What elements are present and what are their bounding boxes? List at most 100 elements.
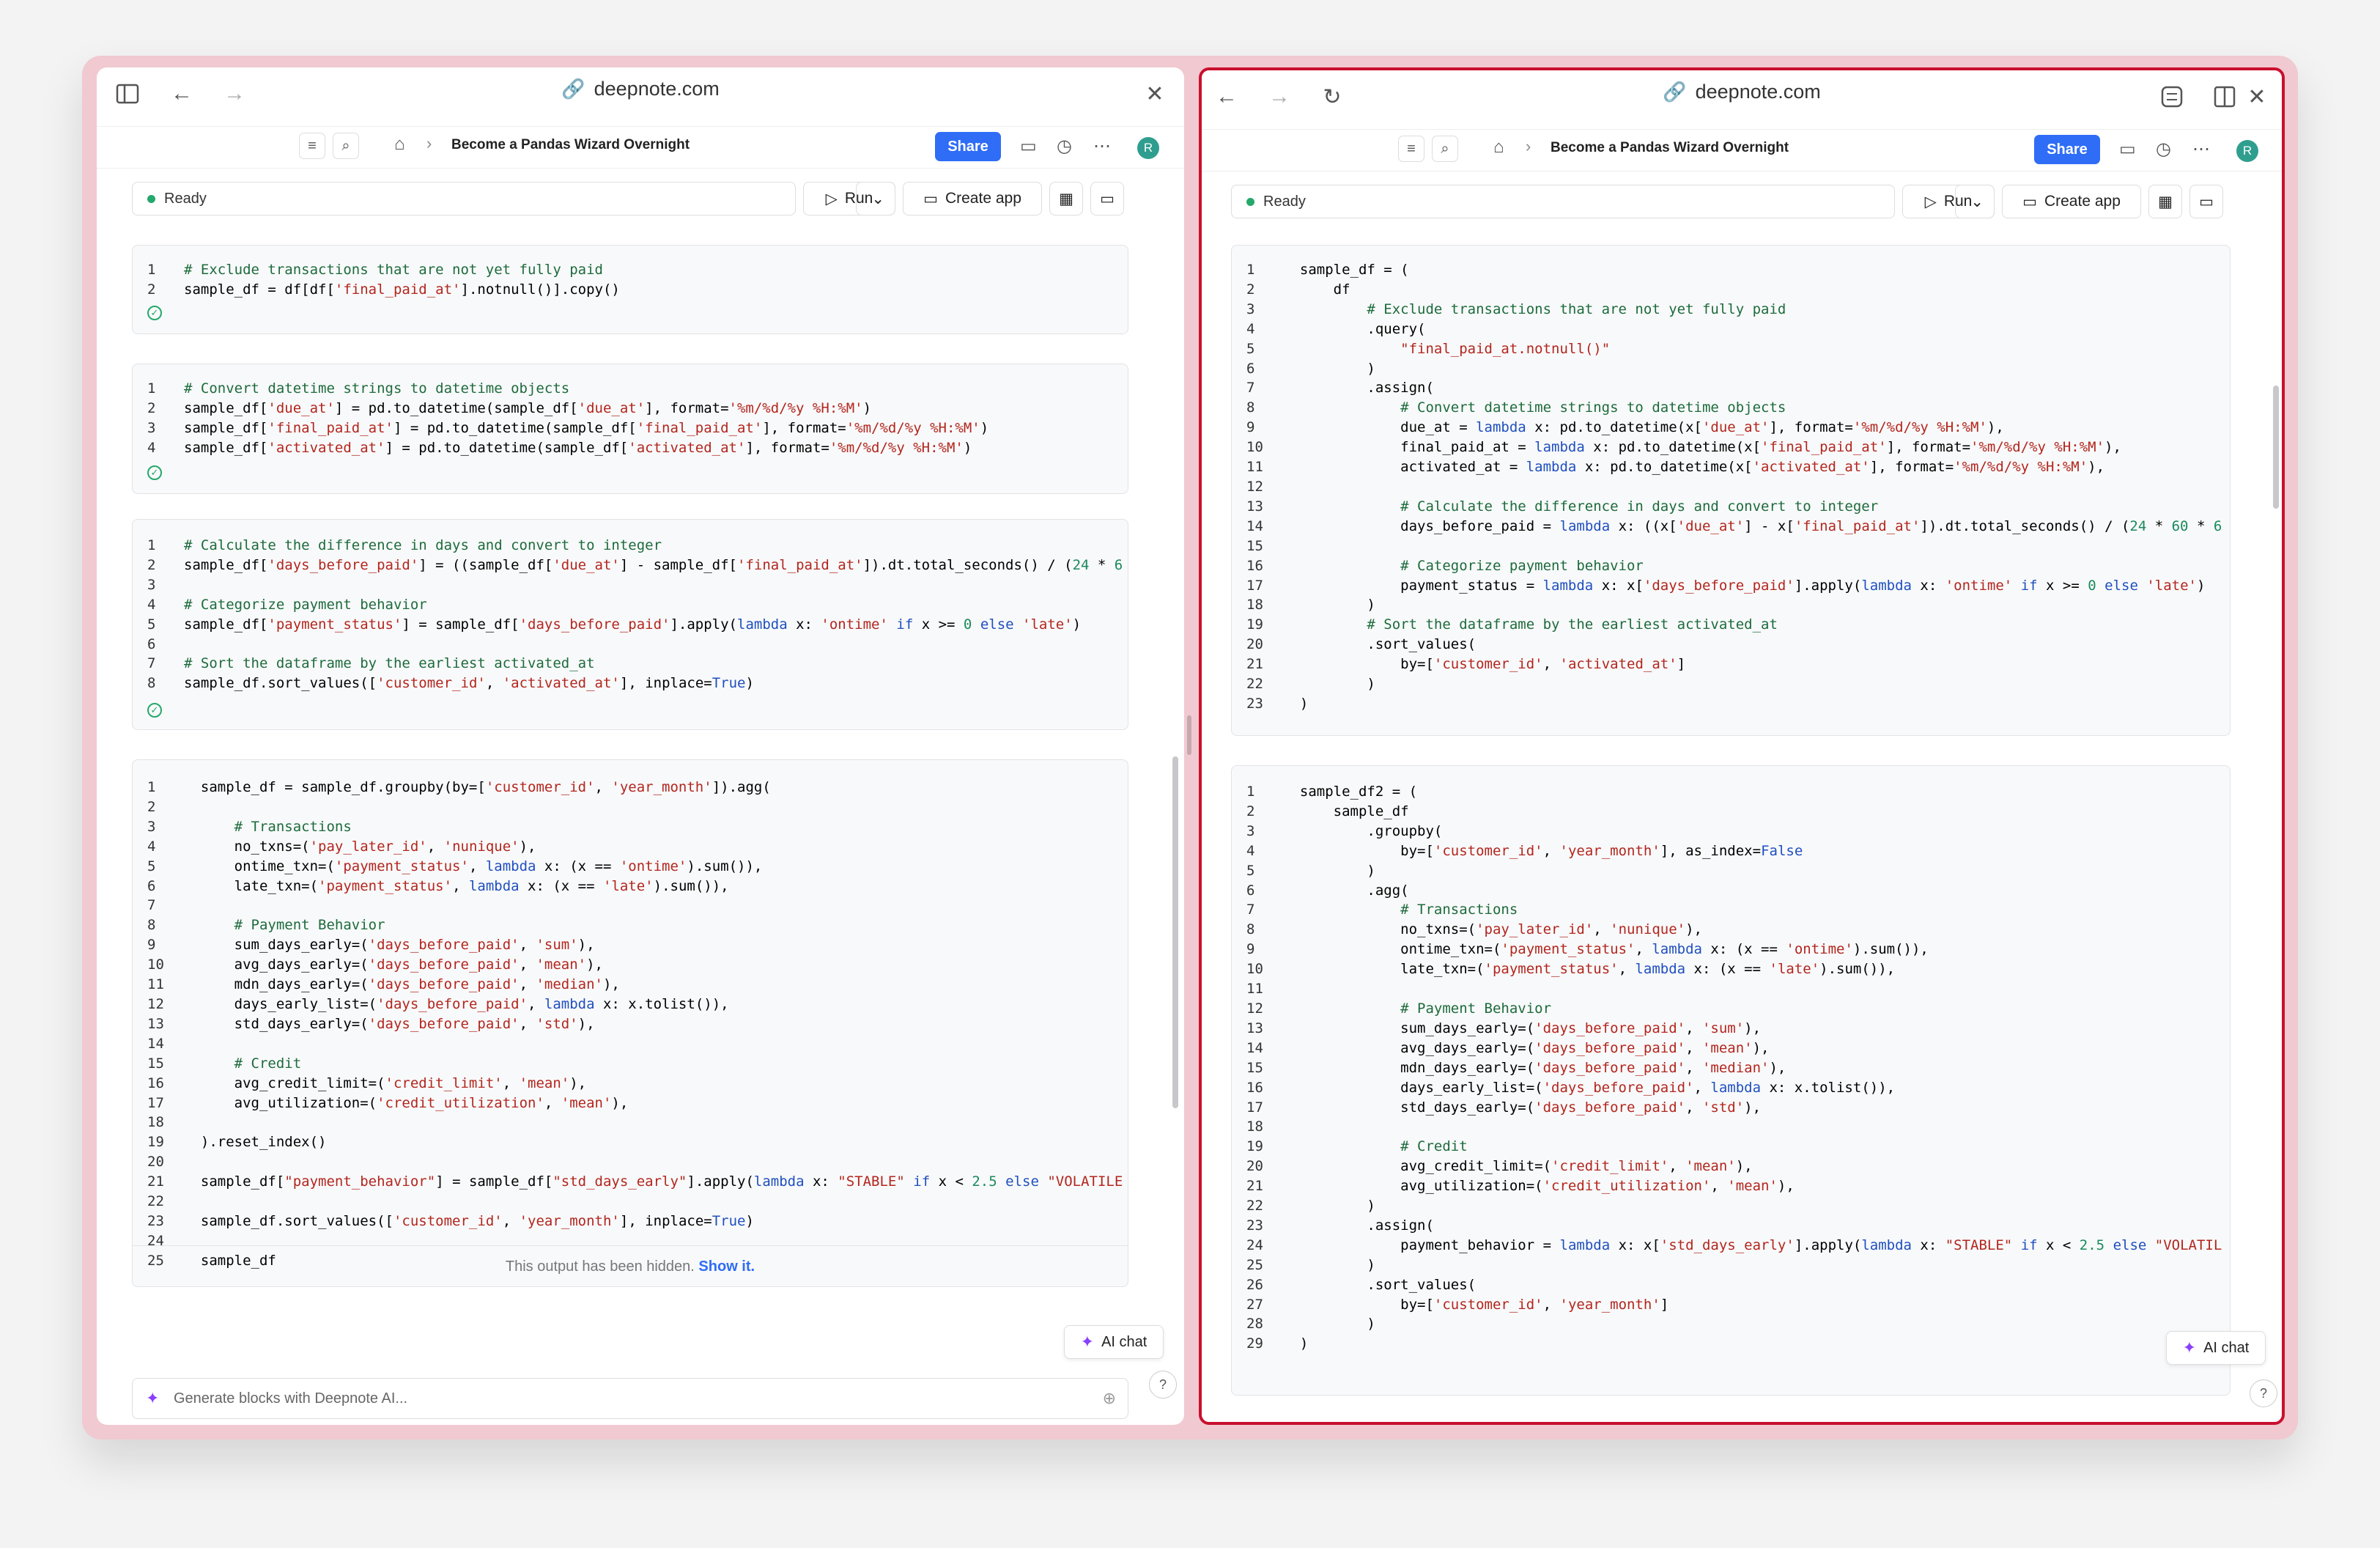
ai-chat-button[interactable]: ✦ AI chat xyxy=(2166,1331,2266,1365)
code-line[interactable]: 15 xyxy=(1232,537,2230,556)
notebook-title[interactable]: Become a Pandas Wizard Overnight xyxy=(1551,140,1789,156)
code-line[interactable]: 8 sample_df.sort_values(['customer_id', '… xyxy=(133,674,1128,693)
code-lines[interactable]: 1 sample_df2 = (2 sample_df 3 .groupby(4 … xyxy=(1232,782,2230,1354)
run-options-dropdown[interactable]: ⌄ xyxy=(1955,185,1995,218)
code-line[interactable]: 3 sample_df['final_paid_at'] = pd.to_date… xyxy=(133,419,1128,438)
code-line[interactable]: 16 # Categorize payment behavior xyxy=(1232,556,2230,576)
generate-blocks-input[interactable]: ✦ Generate blocks with Deepnote AI... ⊕ xyxy=(132,1378,1128,1419)
schedule-icon[interactable]: ▦ xyxy=(1049,182,1083,215)
code-lines[interactable]: 1 sample_df = (2 df 3 # Exclude transacti… xyxy=(1232,260,2230,714)
code-line[interactable]: 10 late_txn=('payment_status', lambda x:… xyxy=(1232,959,2230,979)
split-divider-handle[interactable] xyxy=(1187,715,1191,755)
code-line[interactable]: 2 sample_df['due_at'] = pd.to_datetime(sa… xyxy=(133,399,1128,419)
code-line[interactable]: 6 ) xyxy=(1232,359,2230,379)
comment-icon[interactable]: ▭ xyxy=(2119,139,2136,160)
code-line[interactable]: 3 # Transactions xyxy=(133,817,1128,837)
code-line[interactable]: 24 payment_behavior = lambda x: x['std_d… xyxy=(1232,1236,2230,1256)
code-line[interactable]: 11 activated_at = lambda x: pd.to_dateti… xyxy=(1232,457,2230,477)
outline-menu-icon[interactable]: ≡ xyxy=(1398,136,1424,162)
code-lines[interactable]: 1 sample_df = sample_df.groupby(by=['cus… xyxy=(133,778,1128,1271)
code-line[interactable]: 11 xyxy=(1232,979,2230,999)
code-line[interactable]: 4 .query( xyxy=(1232,320,2230,339)
code-line[interactable]: 13 sum_days_early=('days_before_paid', '… xyxy=(1232,1019,2230,1039)
code-block-1[interactable]: 1 # Exclude transactions that are not yet… xyxy=(132,245,1128,334)
code-line[interactable]: 19 # Credit xyxy=(1232,1137,2230,1157)
home-icon[interactable]: ⌂ xyxy=(1493,137,1504,158)
close-pane-icon[interactable]: ✕ xyxy=(1140,79,1169,108)
code-block-1[interactable]: 1 sample_df = (2 df 3 # Exclude transacti… xyxy=(1231,245,2231,736)
presentation-icon[interactable]: ▭ xyxy=(2189,185,2223,218)
code-line[interactable]: 2 df xyxy=(1232,280,2230,300)
code-line[interactable]: 25 ) xyxy=(1232,1256,2230,1275)
code-line[interactable]: 27 by=['customer_id', 'year_month'] xyxy=(1232,1295,2230,1315)
code-line[interactable]: 28 ) xyxy=(1232,1314,2230,1334)
code-line[interactable]: 1 sample_df = ( xyxy=(1232,260,2230,280)
code-line[interactable]: 12 # Payment Behavior xyxy=(1232,999,2230,1019)
code-block-4[interactable]: 1 sample_df = sample_df.groupby(by=['cus… xyxy=(132,759,1128,1287)
code-line[interactable]: 18 ) xyxy=(1232,595,2230,615)
code-line[interactable]: 22 ) xyxy=(1232,674,2230,694)
code-line[interactable]: 3 # Exclude transactions that are not ye… xyxy=(1232,300,2230,320)
history-icon[interactable]: ◷ xyxy=(1057,136,1072,157)
code-line[interactable]: 19 ).reset_index() xyxy=(133,1132,1128,1152)
code-line[interactable]: 2 sample_df = df[df['final_paid_at'].notn… xyxy=(133,280,1128,300)
code-line[interactable]: 8 # Convert datetime strings to datetime… xyxy=(1232,398,2230,418)
code-line[interactable]: 8 no_txns=('pay_later_id', 'nunique'), xyxy=(1232,920,2230,940)
code-line[interactable]: 13 std_days_early=('days_before_paid', '… xyxy=(133,1014,1128,1034)
code-line[interactable]: 20 .sort_values( xyxy=(1232,635,2230,655)
code-line[interactable]: 1 sample_df = sample_df.groupby(by=['cus… xyxy=(133,778,1128,797)
code-line[interactable]: 6 .agg( xyxy=(1232,881,2230,901)
code-line[interactable]: 24 xyxy=(133,1231,1128,1251)
url-bar[interactable]: 🔗 deepnote.com xyxy=(97,78,1184,100)
code-line[interactable]: 12 xyxy=(1232,477,2230,497)
code-line[interactable]: 14 days_before_paid = lambda x: ((x['due… xyxy=(1232,517,2230,537)
help-icon[interactable]: ? xyxy=(1149,1371,1177,1398)
comment-icon[interactable]: ▭ xyxy=(1020,136,1037,157)
code-line[interactable]: 1 # Exclude transactions that are not yet… xyxy=(133,260,1128,280)
outline-menu-icon[interactable]: ≡ xyxy=(299,133,325,159)
code-line[interactable]: 12 days_early_list=('days_before_paid', … xyxy=(133,995,1128,1014)
search-icon[interactable]: ⌕ xyxy=(333,133,359,159)
code-block-2[interactable]: 1 # Convert datetime strings to datetime … xyxy=(132,364,1128,494)
code-line[interactable]: 21 avg_utilization=('credit_utilization'… xyxy=(1232,1176,2230,1196)
code-line[interactable]: 20 avg_credit_limit=('credit_limit', 'me… xyxy=(1232,1157,2230,1176)
tab-settings-icon[interactable] xyxy=(2157,82,2187,111)
code-line[interactable]: 10 final_paid_at = lambda x: pd.to_datet… xyxy=(1232,438,2230,457)
code-line[interactable]: 5 "final_paid_at.notnull()" xyxy=(1232,339,2230,359)
schedule-icon[interactable]: ▦ xyxy=(2148,185,2182,218)
code-line[interactable]: 5 sample_df['payment_status'] = sample_df… xyxy=(133,615,1128,635)
code-line[interactable]: 14 avg_days_early=('days_before_paid', '… xyxy=(1232,1039,2230,1058)
code-line[interactable]: 1 # Convert datetime strings to datetime … xyxy=(133,379,1128,399)
search-icon[interactable]: ⌕ xyxy=(1432,136,1458,162)
submit-arrow-icon[interactable]: ⊕ xyxy=(1103,1389,1116,1408)
code-line[interactable]: 1 sample_df2 = ( xyxy=(1232,782,2230,802)
more-options-icon[interactable]: ⋯ xyxy=(2192,139,2210,160)
code-lines[interactable]: 1 # Calculate the difference in days and … xyxy=(133,536,1128,693)
code-line[interactable]: 21 by=['customer_id', 'activated_at'] xyxy=(1232,655,2230,674)
code-line[interactable]: 18 xyxy=(1232,1117,2230,1137)
code-line[interactable]: 4 by=['customer_id', 'year_month'], as_i… xyxy=(1232,841,2230,861)
code-block-3[interactable]: 1 # Calculate the difference in days and … xyxy=(132,519,1128,730)
code-block-2[interactable]: 1 sample_df2 = (2 sample_df 3 .groupby(4 … xyxy=(1231,765,2231,1396)
code-line[interactable]: 4 # Categorize payment behavior xyxy=(133,595,1128,615)
run-options-dropdown[interactable]: ⌄ xyxy=(856,182,895,215)
code-line[interactable]: 7 # Sort the dataframe by the earliest ac… xyxy=(133,654,1128,674)
code-line[interactable]: 6 late_txn=('payment_status', lambda x: … xyxy=(133,877,1128,896)
code-line[interactable]: 2 xyxy=(133,797,1128,817)
code-line[interactable]: 23 .assign( xyxy=(1232,1216,2230,1236)
code-line[interactable]: 10 avg_days_early=('days_before_paid', '… xyxy=(133,955,1128,975)
code-line[interactable]: 9 sum_days_early=('days_before_paid', 's… xyxy=(133,935,1128,955)
code-lines[interactable]: 1 # Exclude transactions that are not yet… xyxy=(133,260,1128,300)
code-line[interactable]: 29 ) xyxy=(1232,1334,2230,1354)
code-line[interactable]: 3 .groupby( xyxy=(1232,822,2230,841)
code-lines[interactable]: 1 # Convert datetime strings to datetime … xyxy=(133,379,1128,458)
code-line[interactable]: 23 ) xyxy=(1232,694,2230,714)
code-line[interactable]: 9 ontime_txn=('payment_status', lambda x… xyxy=(1232,940,2230,959)
vertical-scrollbar[interactable] xyxy=(1172,756,1178,1108)
code-line[interactable]: 26 .sort_values( xyxy=(1232,1275,2230,1295)
code-line[interactable]: 2 sample_df xyxy=(1232,802,2230,822)
code-line[interactable]: 22 xyxy=(133,1192,1128,1212)
code-line[interactable]: 22 ) xyxy=(1232,1196,2230,1216)
code-line[interactable]: 2 sample_df['days_before_paid'] = ((sampl… xyxy=(133,556,1128,575)
show-output-link[interactable]: Show it. xyxy=(698,1258,755,1275)
